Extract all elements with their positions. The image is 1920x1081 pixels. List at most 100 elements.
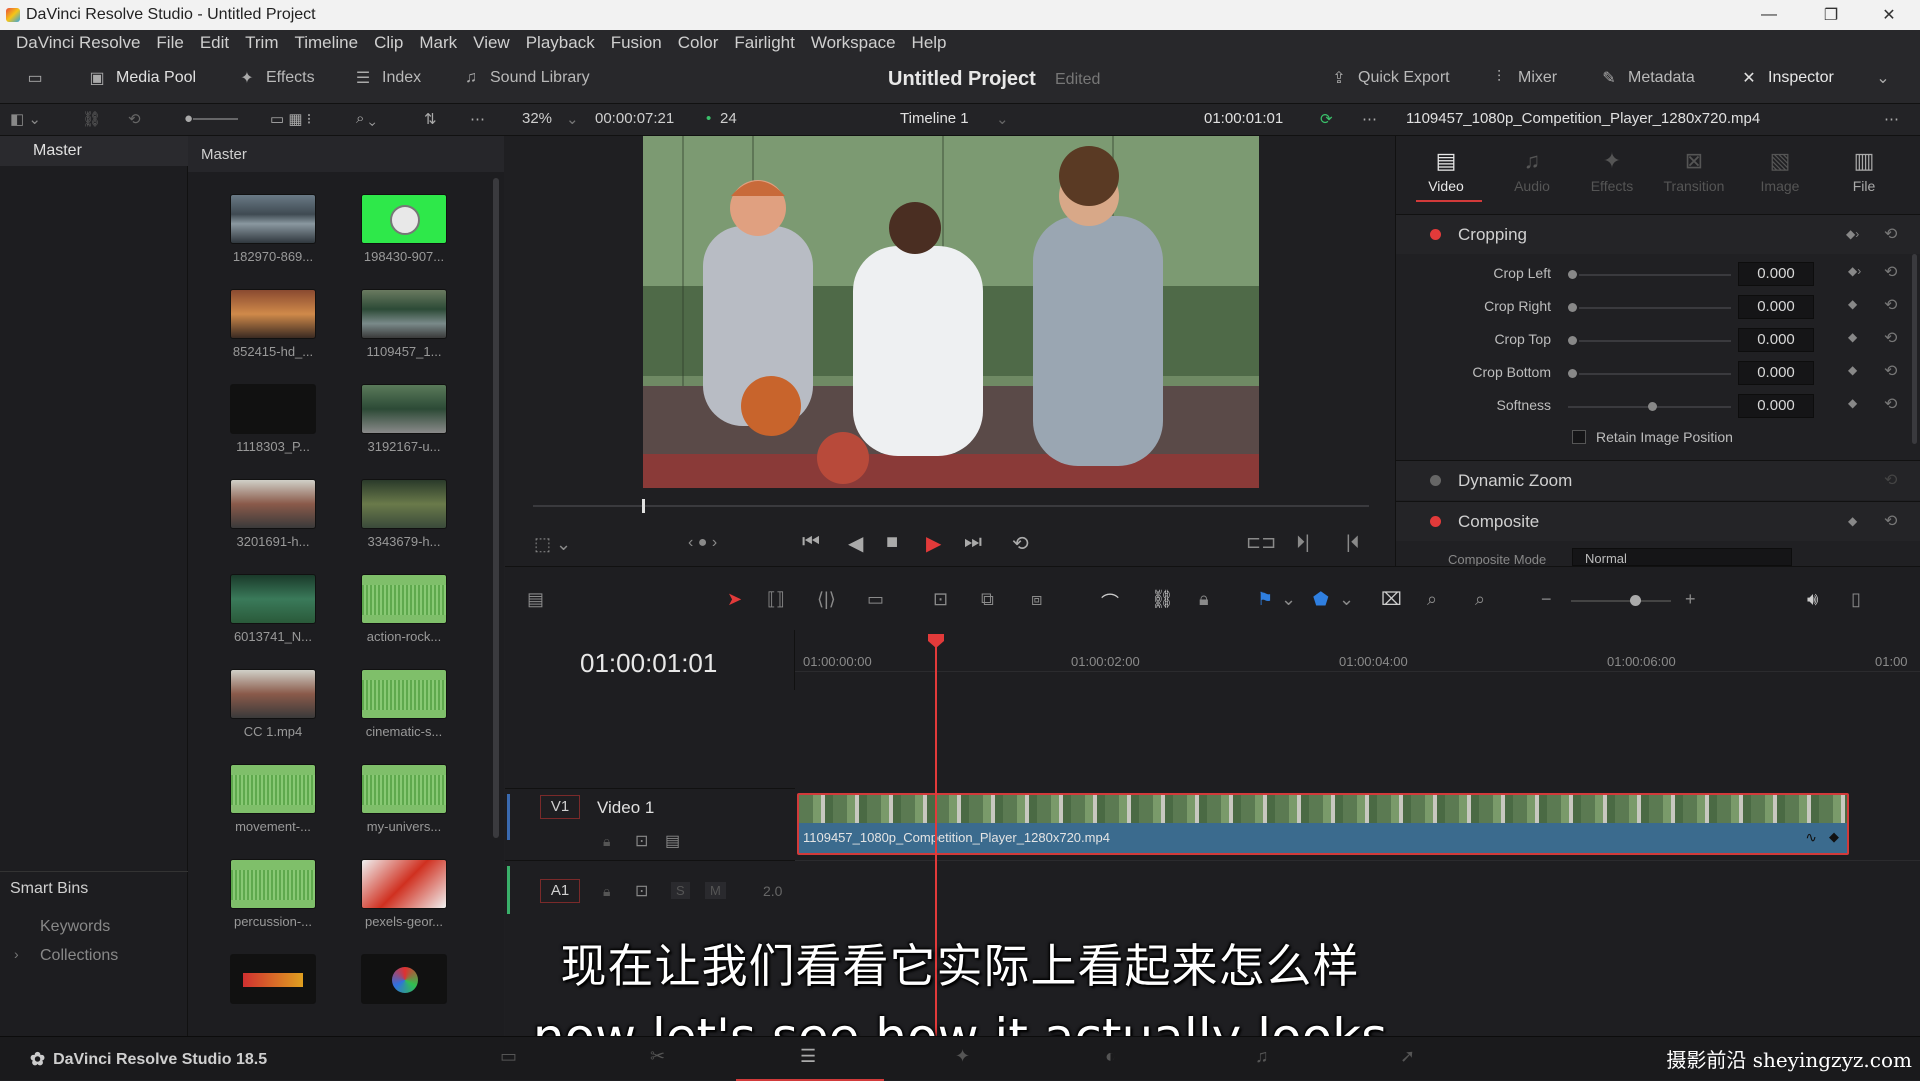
tab-video[interactable]: ▤ Video (1410, 148, 1482, 194)
menu-davinci[interactable]: DaVinci Resolve (8, 33, 148, 53)
zoom-slider-track[interactable] (1571, 600, 1671, 602)
fairlight-page-icon[interactable]: ♫ (1255, 1046, 1269, 1067)
keyframe-diamond-icon[interactable]: ◆ (1848, 363, 1857, 377)
menu-trim[interactable]: Trim (237, 33, 286, 53)
media-clip[interactable]: percussion-... (218, 859, 328, 929)
media-pool-button[interactable]: ▣ Media Pool (86, 68, 196, 88)
param-value-field[interactable]: 0.000 (1738, 394, 1814, 418)
media-clip[interactable]: 852415-hd_... (218, 289, 328, 359)
track-badge-v1[interactable]: V1 (540, 795, 580, 819)
retain-image-checkbox[interactable] (1572, 430, 1586, 444)
slider-knob[interactable] (1568, 369, 1577, 378)
cropping-enable-toggle[interactable] (1430, 229, 1441, 240)
effects-button[interactable]: ✦ Effects (236, 68, 314, 88)
blade-tool-icon[interactable]: ▭ (867, 589, 884, 610)
index-button[interactable]: ☰ Index (352, 68, 421, 88)
slider-track[interactable] (1579, 373, 1731, 375)
menu-mark[interactable]: Mark (411, 33, 465, 53)
param-value-field[interactable]: 0.000 (1738, 295, 1814, 319)
viewer-mode-icon[interactable]: ⬚ ⌄ (534, 534, 571, 555)
reset-icon[interactable]: ⟲ (1884, 361, 1897, 381)
overwrite-clip-icon[interactable]: ⧉ (981, 589, 994, 610)
viewer-more-icon[interactable]: ⋯ (1362, 110, 1377, 128)
zoom-chevron-icon[interactable]: ⌄ (566, 110, 579, 128)
flag-icon[interactable]: ⚑ (1257, 589, 1273, 610)
reset-icon[interactable]: ⟲ (1884, 295, 1897, 315)
viewer-scrubber-track[interactable] (533, 505, 1369, 507)
composite-mode-dropdown[interactable]: Normal (1572, 548, 1792, 566)
slider-knob[interactable] (1568, 303, 1577, 312)
param-value-field[interactable]: 0.000 (1738, 361, 1814, 385)
search-icon[interactable]: ⌕ ⌄ (356, 110, 376, 127)
track-lock-icon[interactable]: 🔒︎ (603, 883, 610, 900)
expand-panel-button[interactable]: ⌄ (1872, 68, 1894, 88)
panel-toggle-button[interactable]: ▭ (24, 68, 46, 88)
keyframe-diamond-icon[interactable]: ◆ (1848, 330, 1857, 344)
keyframe-diamond-icon[interactable]: ◆› (1846, 227, 1859, 241)
color-page-icon[interactable]: ◐ (1105, 1046, 1116, 1067)
menu-workspace[interactable]: Workspace (803, 33, 904, 53)
replace-clip-icon[interactable]: ⧈ (1031, 589, 1042, 610)
jog-wheel-icon[interactable]: ‹ ● › (688, 534, 717, 552)
media-clip[interactable]: pexels-geor... (349, 859, 459, 929)
track-badge-a1[interactable]: A1 (540, 879, 580, 903)
mark-out-icon[interactable]: ⏵| (1296, 532, 1310, 553)
sync-icon[interactable]: ⟳ (1320, 110, 1333, 128)
dynamic-trim-icon[interactable]: ⟨|⟩ (817, 589, 836, 610)
slider-track[interactable] (1579, 307, 1731, 309)
viewer-frame[interactable] (643, 136, 1259, 488)
media-clip[interactable]: 1118303_P... (218, 384, 328, 454)
dynamic-zoom-section-header[interactable]: Dynamic Zoom ⟲ (1396, 460, 1920, 500)
slider-knob[interactable] (1648, 402, 1657, 411)
close-button[interactable]: ✕ (1866, 0, 1912, 30)
menu-fusion[interactable]: Fusion (603, 33, 670, 53)
stop-icon[interactable]: ■ (886, 531, 898, 554)
tab-effects[interactable]: ✦ Effects (1576, 148, 1648, 194)
audio-meter-icon[interactable]: ▯ (1851, 589, 1861, 610)
go-to-start-icon[interactable]: ⏮ (802, 531, 820, 554)
track-lock-icon[interactable]: 🔒︎ (603, 833, 610, 850)
menu-help[interactable]: Help (904, 33, 955, 53)
menu-timeline[interactable]: Timeline (286, 33, 366, 53)
position-lock-icon[interactable]: 🔒︎ (1199, 589, 1209, 610)
trim-tool-icon[interactable]: ⟦⟧ (767, 589, 785, 610)
tab-file[interactable]: ▥ File (1828, 148, 1900, 194)
deliver-page-icon[interactable]: ➚ (1400, 1046, 1415, 1067)
param-value-field[interactable]: 0.000 (1738, 328, 1814, 352)
custom-zoom-icon[interactable]: ⌕ (1475, 589, 1485, 610)
menu-color[interactable]: Color (670, 33, 727, 53)
media-page-icon[interactable]: ▭ (500, 1046, 517, 1067)
menu-playback[interactable]: Playback (518, 33, 603, 53)
media-clip[interactable]: 6013741_N... (218, 574, 328, 644)
sort-icon[interactable]: ⇅ (424, 110, 437, 128)
inspector-button[interactable]: ✕ Inspector (1738, 68, 1834, 88)
slider-knob[interactable] (1568, 270, 1577, 279)
insert-clip-icon[interactable]: ⊡ (933, 589, 948, 610)
linked-selection-icon[interactable]: ⛓ (1151, 589, 1174, 610)
master-bin-row[interactable]: Master (0, 136, 188, 166)
play-reverse-icon[interactable]: ◀ (848, 531, 863, 556)
viewer-scrubber-handle[interactable] (642, 499, 645, 513)
reset-icon[interactable]: ⟲ (1884, 262, 1897, 282)
reset-icon[interactable]: ⟲ (1884, 328, 1897, 348)
tab-transition[interactable]: ⊠ Transition (1658, 148, 1730, 194)
smart-bins-header[interactable]: Smart Bins (10, 880, 88, 898)
media-clip[interactable]: cinematic-s... (349, 669, 459, 739)
link-icon[interactable]: ⛓ (82, 110, 101, 128)
media-clip[interactable]: 182970-869... (218, 194, 328, 264)
tab-image[interactable]: ▧ Image (1744, 148, 1816, 194)
media-clip[interactable]: my-univers... (349, 764, 459, 834)
keyframe-diamond-icon[interactable]: ◆ (1848, 514, 1857, 528)
auto-track-select-icon[interactable]: ⊡ (635, 831, 648, 851)
timeline-video-clip[interactable]: 1109457_1080p_Competition_Player_1280x72… (797, 793, 1849, 855)
composite-enable-toggle[interactable] (1430, 516, 1441, 527)
menu-clip[interactable]: Clip (366, 33, 411, 53)
media-clip[interactable]: 3343679-h... (349, 479, 459, 549)
go-to-end-icon[interactable]: ⏭ (964, 531, 982, 554)
play-icon[interactable]: ▶ (926, 531, 941, 556)
media-clip[interactable]: 3192167-u... (349, 384, 459, 454)
keyframe-diamond-icon[interactable]: ◆ (1848, 297, 1857, 311)
view-mode-icons[interactable]: ▭ ▦ ⁝ (270, 110, 311, 128)
inspector-more-icon[interactable]: ⋯ (1884, 110, 1899, 128)
clip-keyframe-icon[interactable]: ◆ (1829, 829, 1839, 845)
